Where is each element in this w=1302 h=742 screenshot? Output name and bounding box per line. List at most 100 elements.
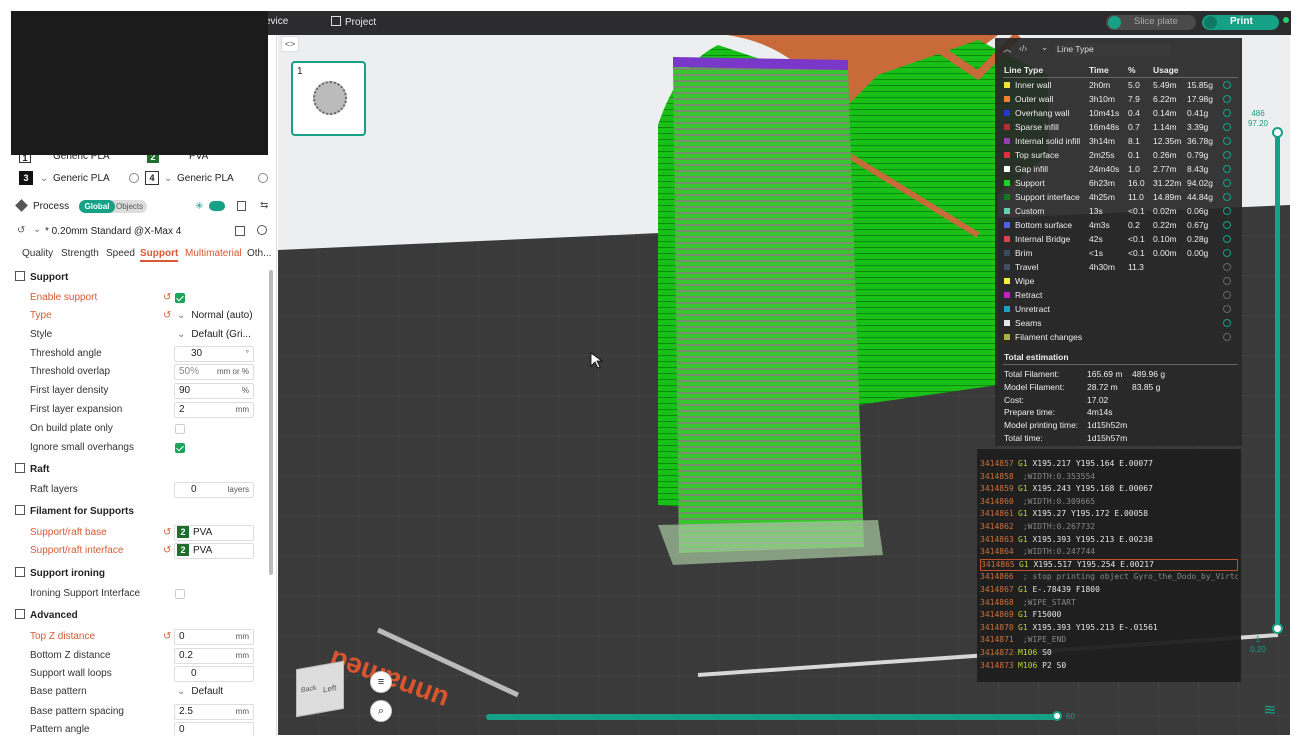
base-spacing-input[interactable]: 2.5 mm (174, 704, 254, 720)
visibility-eye-icon[interactable] (1223, 235, 1231, 243)
collapse-icon[interactable]: ︿ (1003, 43, 1012, 55)
layers-icon[interactable]: ≋ (1260, 701, 1280, 721)
visibility-eye-icon[interactable] (1223, 249, 1231, 257)
reset-icon[interactable]: ↺ (163, 307, 171, 325)
filament-name[interactable]: Generic PLA (177, 173, 234, 184)
support-raft-base-select[interactable]: 2 PVA (174, 525, 254, 541)
visibility-eye-icon[interactable] (1223, 263, 1231, 271)
print-button[interactable]: Print (1202, 15, 1279, 30)
legend-row[interactable]: Gap infill 24m40s 1.0 2.77m 8.43g (995, 162, 1242, 176)
chevron-down-icon[interactable] (1204, 16, 1217, 29)
layer-slider[interactable] (1272, 127, 1283, 634)
ironing-interface-checkbox[interactable] (175, 589, 185, 599)
legend-row[interactable]: Outer wall 3h10m 7.9 6.22m 17.98g (995, 92, 1242, 106)
reset-icon[interactable]: ↺ (163, 542, 171, 560)
visibility-eye-icon[interactable] (1223, 305, 1231, 313)
legend-row[interactable]: Travel 4h30m 11.3 (995, 260, 1242, 274)
chevron-down-icon[interactable]: ⌄ (33, 224, 41, 235)
visibility-eye-icon[interactable] (1223, 291, 1231, 299)
chevron-down-icon[interactable] (1108, 16, 1121, 29)
tab-device[interactable]: evice (265, 16, 288, 27)
collapse-sidebar-button[interactable]: <> (281, 36, 299, 52)
zoom-icon[interactable]: ⌕ (370, 700, 392, 722)
move-slider[interactable] (486, 711, 1062, 721)
visibility-eye-icon[interactable] (1223, 151, 1231, 159)
legend-row[interactable]: Unretract (995, 302, 1242, 316)
style-select[interactable]: ⌄ Default (Gri... (177, 326, 251, 344)
reset-icon[interactable]: ↺ (163, 524, 171, 542)
tab-support[interactable]: Support (140, 248, 179, 262)
reset-icon[interactable]: ↺ (17, 225, 25, 236)
threshold-overlap-input[interactable]: 50% mm or % (174, 364, 254, 380)
tab-others[interactable]: Oth... (247, 248, 271, 259)
legend-row[interactable]: Support 6h23m 16.0 31.22m 94.02g (995, 176, 1242, 190)
code-icon[interactable]: ‹/› (1019, 43, 1027, 53)
visibility-eye-icon[interactable] (1223, 333, 1231, 341)
visibility-eye-icon[interactable] (1223, 95, 1231, 103)
tab-quality[interactable]: Quality (22, 248, 53, 259)
global-objects-toggle[interactable]: Global Objects (79, 200, 147, 213)
visibility-eye-icon[interactable] (1223, 319, 1231, 327)
layer-slider-top-handle[interactable] (1272, 127, 1283, 138)
slice-plate-button[interactable]: Slice plate (1106, 15, 1196, 30)
visibility-eye-icon[interactable] (1223, 193, 1231, 201)
compare-icon[interactable] (237, 201, 246, 211)
visibility-eye-icon[interactable] (1223, 109, 1231, 117)
on-build-plate-checkbox[interactable] (175, 424, 185, 434)
legend-row[interactable]: Wipe (995, 274, 1242, 288)
sync-icon[interactable]: ⇆ (260, 200, 268, 211)
legend-row[interactable]: Inner wall 2h0m 5.0 5.49m 15.85g (995, 78, 1242, 92)
advanced-icon[interactable]: ✳ (195, 201, 203, 212)
legend-row[interactable]: Sparse infill 16m48s 0.7 1.14m 3.39g (995, 120, 1242, 134)
view-cube-back[interactable]: Back (301, 685, 317, 695)
move-slider-handle[interactable] (1052, 711, 1062, 721)
support-raft-interface-select[interactable]: 2 PVA (174, 543, 254, 559)
advanced-toggle[interactable] (209, 201, 225, 211)
view-type-dropdown[interactable]: Line Type (1055, 44, 1171, 56)
view-cube[interactable]: Back Left (296, 660, 344, 718)
tab-multimaterial[interactable]: Multimaterial (185, 248, 242, 259)
enable-support-checkbox[interactable] (175, 293, 185, 303)
legend-row[interactable]: Bottom surface 4m3s 0.2 0.22m 0.67g (995, 218, 1242, 232)
visibility-eye-icon[interactable] (1223, 137, 1231, 145)
ignore-small-checkbox[interactable] (175, 443, 185, 453)
visibility-eye-icon[interactable] (1223, 179, 1231, 187)
legend-row[interactable]: Overhang wall 10m41s 0.4 0.14m 0.41g (995, 106, 1242, 120)
legend-row[interactable]: Internal solid infill 3h14m 8.1 12.35m 36.78… (995, 134, 1242, 148)
legend-row[interactable]: Support interface 4h25m 11.0 14.89m 44.84g (995, 190, 1242, 204)
legend-row[interactable]: Brim <1s <0.1 0.00m 0.00g (995, 246, 1242, 260)
visibility-eye-icon[interactable] (1223, 123, 1231, 131)
reset-icon[interactable]: ↺ (163, 289, 171, 307)
visibility-eye-icon[interactable] (1223, 165, 1231, 173)
preset-name[interactable]: * 0.20mm Standard @X-Max 4 (45, 226, 181, 237)
plate-thumbnail[interactable]: 1 (291, 61, 366, 136)
view-cube-left[interactable]: Left (323, 683, 336, 694)
visibility-eye-icon[interactable] (1223, 277, 1231, 285)
visibility-eye-icon[interactable] (1223, 207, 1231, 215)
legend-row[interactable]: Filament changes (995, 330, 1242, 344)
layer-slider-bottom-handle[interactable] (1272, 623, 1283, 634)
top-z-input[interactable]: 0 mm (174, 629, 254, 645)
objects-toggle[interactable]: Objects (116, 200, 143, 213)
save-icon[interactable] (235, 226, 245, 236)
chevron-down-icon[interactable]: ⌄ (40, 173, 48, 184)
type-select[interactable]: ⌄ Normal (auto) (177, 307, 253, 325)
legend-row[interactable]: Top surface 2m25s 0.1 0.26m 0.79g (995, 148, 1242, 162)
threshold-angle-input[interactable]: 30 ° (174, 346, 254, 362)
filament-name[interactable]: Generic PLA (53, 173, 110, 184)
legend-row[interactable]: Internal Bridge 42s <0.1 0.10m 0.28g (995, 232, 1242, 246)
wall-loops-input[interactable]: 0 (174, 666, 254, 682)
preset-selector[interactable]: ↺ ⌄ * 0.20mm Standard @X-Max 4 (15, 223, 273, 241)
raft-layers-input[interactable]: 0 layers (174, 482, 254, 498)
base-pattern-select[interactable]: ⌄ Default (177, 683, 223, 701)
bottom-z-input[interactable]: 0.2 mm (174, 648, 254, 664)
menu-icon[interactable]: ≡ (370, 671, 392, 693)
chevron-down-icon[interactable]: ⌄ (1041, 42, 1048, 53)
tab-project[interactable]: Project (331, 16, 376, 28)
global-toggle[interactable]: Global (79, 200, 115, 213)
filament-settings-icon[interactable] (129, 173, 139, 183)
search-icon[interactable] (257, 225, 267, 235)
tab-strength[interactable]: Strength (61, 248, 99, 259)
chevron-down-icon[interactable]: ⌄ (164, 173, 172, 184)
pattern-angle-input[interactable]: 0 (174, 722, 254, 735)
